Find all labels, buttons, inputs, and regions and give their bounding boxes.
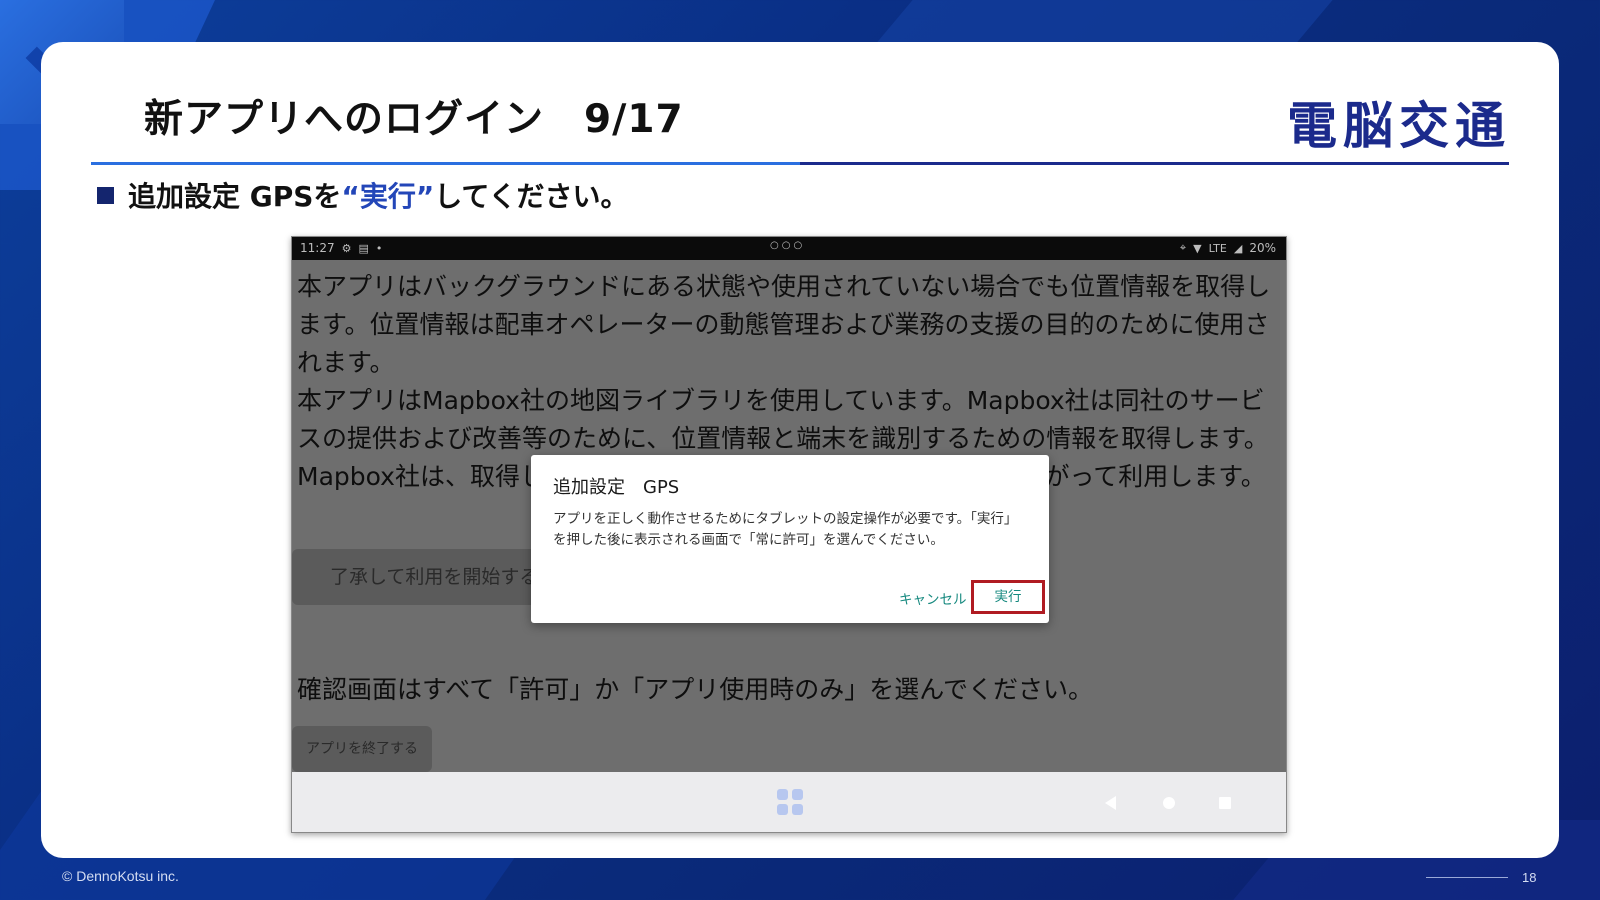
confirm-instruction: 確認画面はすべて「許可」か「アプリ使用時のみ」を選んでください。: [297, 675, 1094, 704]
status-bar: 11:27 ⚙ ▤ • ○○○ ⌖ ▼ LTE ◢ 20%: [292, 237, 1286, 260]
gps-dialog: 追加設定 GPS アプリを正しく動作させるためにタブレットの設定操作が必要です。…: [531, 455, 1049, 623]
bullet-prefix: 追加設定 GPSを: [128, 180, 342, 213]
notification-icon: ▤: [358, 241, 369, 255]
recent-apps-icon[interactable]: [1219, 797, 1231, 809]
navigation-bar: [292, 772, 1286, 832]
privacy-paragraph-1: 本アプリはバックグラウンドにある状態や使用されていない場合でも位置情報を取得しま…: [297, 272, 1271, 377]
dialog-title: 追加設定 GPS: [553, 477, 680, 498]
wifi-icon: ▼: [1193, 241, 1202, 255]
instruction-bullet: 追加設定 GPSを “実行” してください。: [97, 175, 629, 215]
signal-icon: ◢: [1233, 241, 1243, 255]
dialog-message: アプリを正しく動作させるためにタブレットの設定操作が必要です。「実行」を押した後…: [553, 511, 1018, 548]
brand-logo: 電脳交通: [1287, 97, 1511, 155]
camera-dots-icon: ○○○: [770, 240, 806, 251]
back-icon[interactable]: [1105, 796, 1116, 810]
home-icon[interactable]: [1163, 797, 1175, 809]
app-drawer-icon[interactable]: [777, 789, 803, 815]
location-icon: ⌖: [1179, 241, 1187, 254]
cancel-button[interactable]: キャンセル: [899, 588, 967, 608]
settings-icon: ⚙: [341, 241, 352, 255]
bullet-suffix: してください。: [434, 180, 629, 213]
title-divider: [91, 162, 1509, 165]
network-label: LTE: [1208, 241, 1227, 255]
app-body: 本アプリはバックグラウンドにある状態や使用されていない場合でも位置情報を取得しま…: [292, 260, 1286, 772]
exit-button[interactable]: アプリを終了する: [292, 726, 432, 772]
battery-level: 20%: [1249, 241, 1276, 255]
slide-card: 新アプリへのログイン 9/17 電脳交通 追加設定 GPSを “実行” してくだ…: [41, 42, 1559, 858]
dot-icon: •: [375, 241, 383, 255]
footer-divider: [1426, 877, 1508, 878]
slide-title: 新アプリへのログイン 9/17: [144, 97, 684, 142]
status-time: 11:27: [300, 241, 335, 255]
bullet-highlight: “実行”: [341, 180, 435, 213]
page-number: 18: [1522, 870, 1537, 885]
bullet-square-icon: [97, 186, 114, 204]
tablet-screenshot: 11:27 ⚙ ▤ • ○○○ ⌖ ▼ LTE ◢ 20% 本アプリはバックグラ…: [291, 236, 1287, 833]
start-button[interactable]: 了承して利用を開始する: [292, 549, 570, 605]
execute-button[interactable]: 実行: [971, 580, 1045, 614]
copyright: © DennoKotsu inc.: [62, 868, 179, 884]
